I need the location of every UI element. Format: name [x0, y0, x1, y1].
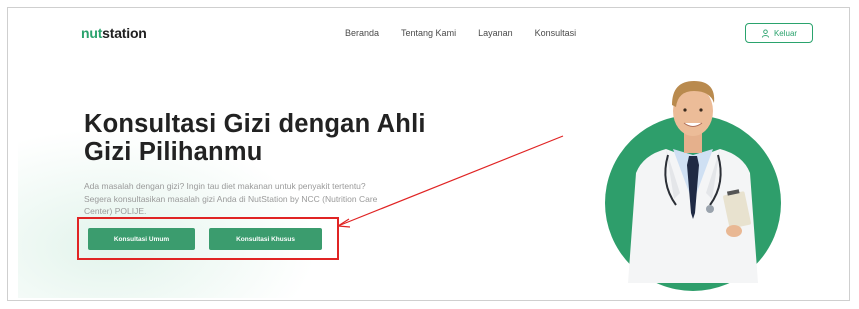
hero-title-line-2: Gizi Pilihanmu — [84, 138, 263, 166]
nav-link-tentang-kami[interactable]: Tentang Kami — [401, 28, 456, 38]
consult-special-button[interactable]: Konsultasi Khusus — [209, 228, 322, 250]
nav-link-beranda[interactable]: Beranda — [345, 28, 379, 38]
hero-description-line-2: Segera konsultasikan masalah gizi Anda d… — [84, 193, 378, 204]
user-icon — [761, 28, 770, 38]
logo-accent: nut — [81, 25, 103, 41]
hero-title-line-1: Konsultasi Gizi dengan Ahli — [84, 110, 426, 138]
nav-link-konsultasi[interactable]: Konsultasi — [535, 28, 577, 38]
consult-general-button[interactable]: Konsultasi Umum — [88, 228, 195, 250]
navbar: nutstation Beranda Tentang Kami Layanan … — [8, 8, 849, 58]
logo-rest: station — [102, 25, 147, 41]
hero-description-line-3: Center) POLIJE. — [84, 206, 147, 216]
browser-viewport: nutstation Beranda Tentang Kami Layanan … — [7, 7, 850, 301]
logout-button[interactable]: Keluar — [745, 23, 813, 43]
nav-link-layanan[interactable]: Layanan — [478, 28, 513, 38]
hero-description-line-1: Ada masalah dengan gizi? Ingin tau diet … — [84, 181, 366, 191]
doctor-illustration — [605, 81, 781, 291]
hero-description: Ada masalah dengan gizi? Ingin tau diet … — [84, 180, 414, 218]
nav-links: Beranda Tentang Kami Layanan Konsultasi — [345, 28, 576, 38]
logo[interactable]: nutstation — [81, 25, 147, 41]
logout-label: Keluar — [773, 28, 798, 38]
hero-title: Konsultasi Gizi dengan Ahli Gizi Pilihan… — [84, 110, 484, 166]
